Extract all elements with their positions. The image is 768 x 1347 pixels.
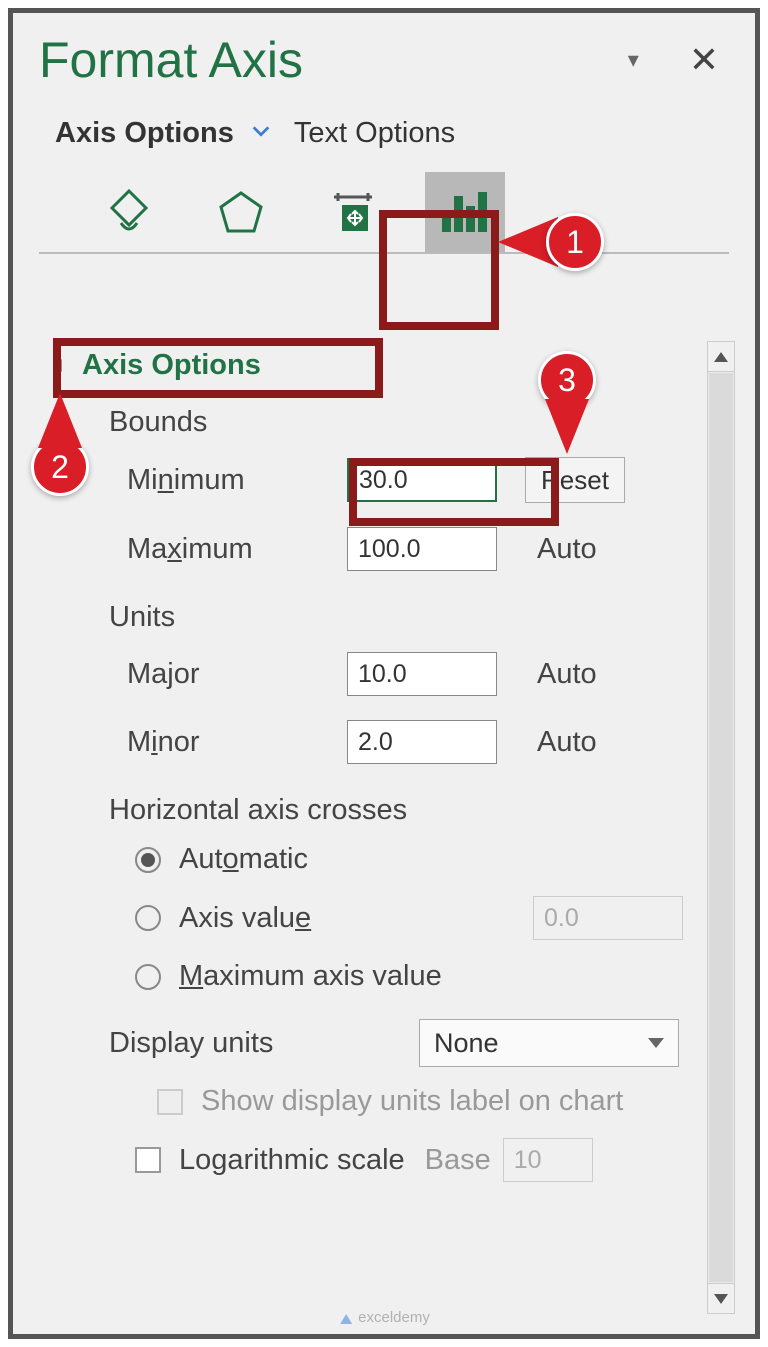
scroll-up-button[interactable] xyxy=(708,342,734,372)
radio-max-axis-value[interactable]: Maximum axis value xyxy=(37,950,703,1003)
effects-icon[interactable] xyxy=(201,172,281,252)
annotation-box-3 xyxy=(349,458,559,526)
pane-menu-caret[interactable]: ▾ xyxy=(628,47,639,73)
radio-icon xyxy=(135,964,161,990)
minor-label: Minor xyxy=(127,726,347,759)
major-label: Major xyxy=(127,658,347,691)
display-units-label: Display units xyxy=(109,1027,419,1060)
checkbox-icon xyxy=(135,1147,161,1173)
radio-icon xyxy=(135,905,161,931)
major-input[interactable] xyxy=(347,652,497,696)
radio-icon xyxy=(135,847,161,873)
axis-value-input[interactable] xyxy=(533,896,683,940)
format-axis-pane: Format Axis ▾ ✕ Axis Options Text Option… xyxy=(8,8,760,1339)
watermark: exceldemy xyxy=(338,1309,430,1326)
tabs-row: Axis Options Text Options xyxy=(13,89,755,150)
base-label: Base xyxy=(425,1144,491,1177)
units-minor-row: Minor Auto xyxy=(37,708,703,776)
show-display-units-row[interactable]: Show display units label on chart xyxy=(37,1073,703,1126)
radio-automatic[interactable]: Automatic xyxy=(37,833,703,886)
chevron-down-icon xyxy=(648,1038,664,1048)
annotation-box-1 xyxy=(379,210,499,330)
arrow-down-icon xyxy=(714,1294,728,1304)
pane-header: Format Axis ▾ ✕ xyxy=(13,13,755,89)
annotation-box-2 xyxy=(53,338,383,398)
arrow-up-icon xyxy=(714,352,728,362)
tab-text-options[interactable]: Text Options xyxy=(294,117,455,150)
maximum-input[interactable] xyxy=(347,527,497,571)
checkbox-icon xyxy=(157,1089,183,1115)
scroll-down-button[interactable] xyxy=(708,1283,734,1313)
log-scale-row[interactable]: Logarithmic scale Base xyxy=(37,1126,703,1190)
units-major-row: Major Auto xyxy=(37,640,703,708)
display-units-select[interactable]: None xyxy=(419,1019,679,1067)
maximum-auto-label: Auto xyxy=(537,533,597,566)
close-icon[interactable]: ✕ xyxy=(689,39,719,81)
scrollbar[interactable] xyxy=(707,341,735,1314)
minor-auto-label: Auto xyxy=(537,726,597,759)
units-group-label: Units xyxy=(37,583,703,640)
chevron-down-icon xyxy=(250,117,272,150)
minimum-label: Minimum xyxy=(127,464,347,497)
maximum-label: Maximum xyxy=(127,533,347,566)
hcross-group-label: Horizontal axis crosses xyxy=(37,776,703,833)
major-auto-label: Auto xyxy=(537,658,597,691)
log-base-input[interactable] xyxy=(503,1138,593,1182)
tab-axis-options[interactable]: Axis Options xyxy=(55,117,272,150)
scroll-thumb[interactable] xyxy=(709,373,733,1282)
minor-input[interactable] xyxy=(347,720,497,764)
radio-axis-value[interactable]: Axis value xyxy=(37,886,703,950)
pane-title: Format Axis xyxy=(39,31,628,89)
fill-line-icon[interactable] xyxy=(89,172,169,252)
display-units-row: Display units None xyxy=(37,1003,703,1073)
